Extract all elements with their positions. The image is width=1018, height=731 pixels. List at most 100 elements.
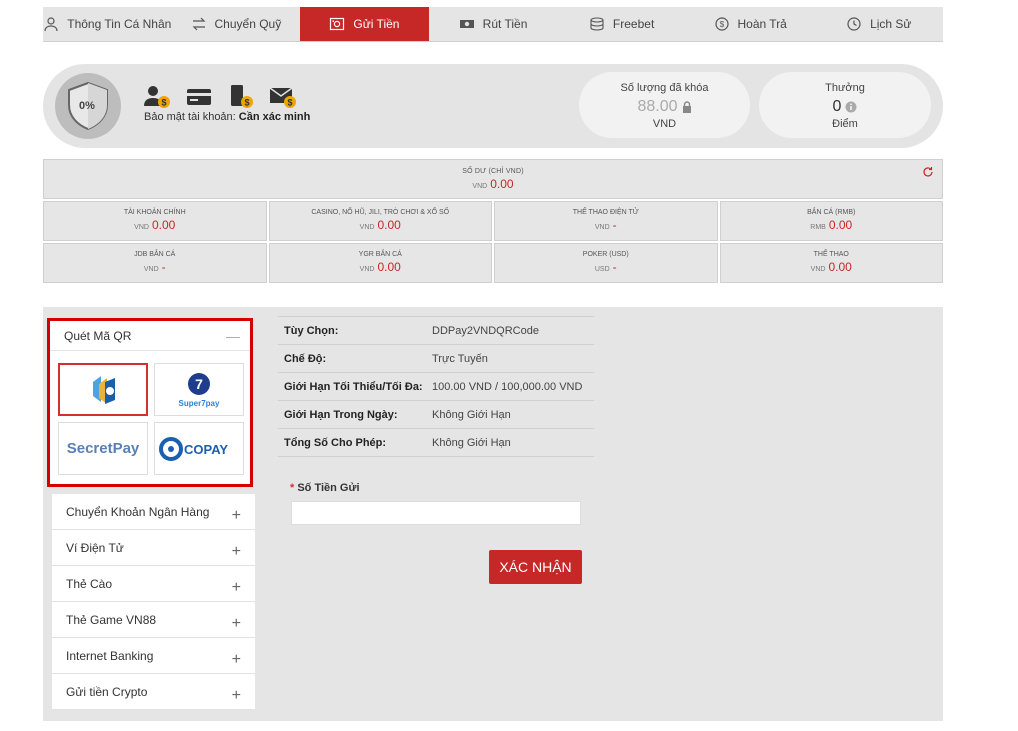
expand-icon[interactable]: +: [232, 579, 241, 597]
wallet-balances: TÀI KHOẢN CHÍNH VND 0.00 CASINO, NỔ HŨ, JI…: [43, 201, 943, 283]
account-tabs: Thông Tin Cá Nhân Chuyển Quỹ Gửi Tiền Rú…: [43, 7, 943, 42]
wallet-balance: YGR BẮN CÁ VND 0.00: [268, 243, 492, 283]
detail-row: Chế Độ: Trực Tuyến: [278, 345, 594, 373]
tab-deposit[interactable]: Gửi Tiền: [300, 7, 429, 41]
wallet-value-row: VND 0.00: [721, 260, 943, 274]
security-percent: 0%: [79, 100, 95, 112]
wallet-title: POKER (USD): [582, 251, 629, 258]
tab-fund-transfer[interactable]: Chuyển Quỹ: [172, 7, 301, 41]
tab-label: Rút Tiền: [482, 17, 528, 31]
tab-withdraw[interactable]: Rút Tiền: [429, 7, 558, 41]
wallet-balance: THỂ THAO ĐIỆN TỬ VND -: [494, 201, 718, 241]
info-icon[interactable]: [845, 101, 857, 113]
method-crypto[interactable]: Gửi tiền Crypto +: [52, 674, 255, 710]
tab-history[interactable]: Lịch Sử: [814, 7, 943, 41]
user-verify-icon[interactable]: $: [143, 84, 171, 110]
qr-method-label: Quét Mã QR: [64, 328, 132, 343]
tab-label: Hoàn Trả: [737, 17, 787, 31]
qr-method-header[interactable]: Quét Mã QR —: [50, 321, 250, 351]
deposit-section: Quét Mã QR — 7 Super7pay SecretPay COPAY…: [43, 307, 943, 721]
wallet-value: 0.00: [828, 218, 853, 232]
wallet-balance: CASINO, NỔ HŨ, JILI, TRÒ CHƠI & XỔ SỐ VND…: [268, 201, 492, 241]
ddpay-logo-icon: [93, 375, 115, 404]
method-e-wallet[interactable]: Ví Điện Tử +: [52, 530, 255, 566]
wallet-balance: TÀI KHOẢN CHÍNH VND 0.00: [43, 201, 267, 241]
detail-row: Giới Hạn Trong Ngày: Không Giới Hạn: [278, 401, 594, 429]
wallet-title: BẮN CÁ (RMB): [807, 209, 856, 216]
svg-text:$: $: [287, 98, 292, 108]
super7pay-logo-icon: 7 Super7pay: [179, 372, 220, 408]
currency-label: VND: [359, 224, 375, 231]
locked-label: Số lượng đã khóa: [620, 82, 709, 94]
deposit-icon: [330, 17, 345, 31]
phone-verify-icon[interactable]: $: [227, 84, 255, 110]
locked-amount-box: Số lượng đã khóa 88.00 VND: [579, 72, 750, 138]
method-game-card[interactable]: Thẻ Game VN88 +: [52, 602, 255, 638]
method-label: Internet Banking: [66, 648, 154, 663]
detail-key: Tổng Số Cho Phép:: [284, 436, 387, 449]
expand-icon[interactable]: +: [232, 615, 241, 633]
method-scratch-card[interactable]: Thẻ Cào +: [52, 566, 255, 602]
svg-text:$: $: [161, 98, 166, 108]
tab-label: Lịch Sử: [870, 17, 912, 31]
svg-text:$: $: [719, 20, 724, 29]
security-status-value: Cần xác minh: [238, 111, 311, 123]
expand-icon[interactable]: +: [232, 543, 241, 561]
provider-ddpay[interactable]: [58, 363, 148, 416]
withdraw-icon: [459, 20, 474, 28]
wallet-title: THỂ THAO: [813, 251, 849, 258]
rebate-icon: $: [714, 17, 729, 31]
tab-personal-info[interactable]: Thông Tin Cá Nhân: [43, 7, 172, 41]
main-balance-value-row: VND 0.00: [44, 177, 942, 191]
copay-wordmark: COPAY: [184, 442, 228, 457]
expand-icon[interactable]: +: [232, 507, 241, 525]
wallet-value: 0.00: [828, 260, 852, 274]
deposit-method-list: Chuyển Khoản Ngân Hàng + Ví Điện Tử + Thẻ …: [52, 494, 255, 710]
lock-icon: [682, 101, 691, 113]
wallet-value: -: [612, 218, 617, 232]
refresh-icon[interactable]: [922, 166, 934, 178]
currency-label: USD: [594, 266, 610, 273]
detail-key: Giới Hạn Trong Ngày:: [284, 408, 398, 421]
wallet-title: TÀI KHOẢN CHÍNH: [123, 209, 186, 216]
provider-copay[interactable]: COPAY: [154, 422, 244, 475]
wallet-balance: THỂ THAO VND 0.00: [719, 243, 943, 283]
coins-icon: [590, 17, 604, 31]
security-status-label: Bảo mật tài khoản:: [144, 111, 236, 123]
reward-box: Thưởng 0 Điểm: [759, 72, 931, 138]
detail-value: DDPay2VNDQRCode: [432, 324, 539, 337]
collapse-icon[interactable]: —: [226, 328, 240, 344]
detail-key: Tùy Chọn:: [284, 324, 339, 337]
amount-label: * Số Tiền Gửi: [290, 482, 360, 494]
detail-value: 100.00 VND / 100,000.00 VND: [432, 380, 583, 393]
method-label: Thẻ Game VN88: [66, 612, 157, 627]
confirm-button[interactable]: XÁC NHẬN: [489, 550, 582, 584]
wallet-title: JDB BẮN CÁ: [134, 251, 176, 258]
main-balance-value: 0.00: [490, 177, 514, 191]
locked-value-row: 88.00: [579, 98, 750, 116]
email-verify-icon[interactable]: $: [269, 84, 297, 110]
main-balance: SỐ DƯ (CHỈ VND) VND 0.00: [43, 159, 943, 199]
deposit-details: Tùy Chọn: DDPay2VNDQRCode Chế Độ: Trực Tuy…: [278, 316, 594, 457]
expand-icon[interactable]: +: [232, 687, 241, 705]
tab-freebet[interactable]: Freebet: [557, 7, 686, 41]
wallet-balance: POKER (USD) USD -: [494, 243, 718, 283]
tab-rebate[interactable]: $ Hoàn Trả: [686, 7, 815, 41]
detail-row: Giới Hạn Tối Thiểu/Tối Đa: 100.00 VND / 1…: [278, 373, 594, 401]
deposit-amount-input[interactable]: [291, 501, 581, 525]
detail-row: Tùy Chọn: DDPay2VNDQRCode: [278, 317, 594, 345]
method-label: Chuyển Khoản Ngân Hàng: [66, 504, 210, 519]
provider-secretpay[interactable]: SecretPay: [58, 422, 148, 475]
method-label: Ví Điện Tử: [66, 540, 124, 555]
security-status: Bảo mật tài khoản: Cần xác minh: [144, 111, 310, 123]
locked-unit: VND: [652, 118, 677, 130]
provider-super7pay[interactable]: 7 Super7pay: [154, 363, 244, 416]
amount-label-text: Số Tiền Gửi: [297, 482, 360, 494]
history-icon: [847, 17, 861, 31]
wallet-value-row: RMB 0.00: [721, 218, 943, 232]
method-bank-transfer[interactable]: Chuyển Khoản Ngân Hàng +: [52, 494, 255, 530]
expand-icon[interactable]: +: [232, 651, 241, 669]
method-internet-banking[interactable]: Internet Banking +: [52, 638, 255, 674]
copay-logo-icon: COPAY: [159, 436, 228, 461]
card-verify-icon[interactable]: [185, 84, 213, 110]
